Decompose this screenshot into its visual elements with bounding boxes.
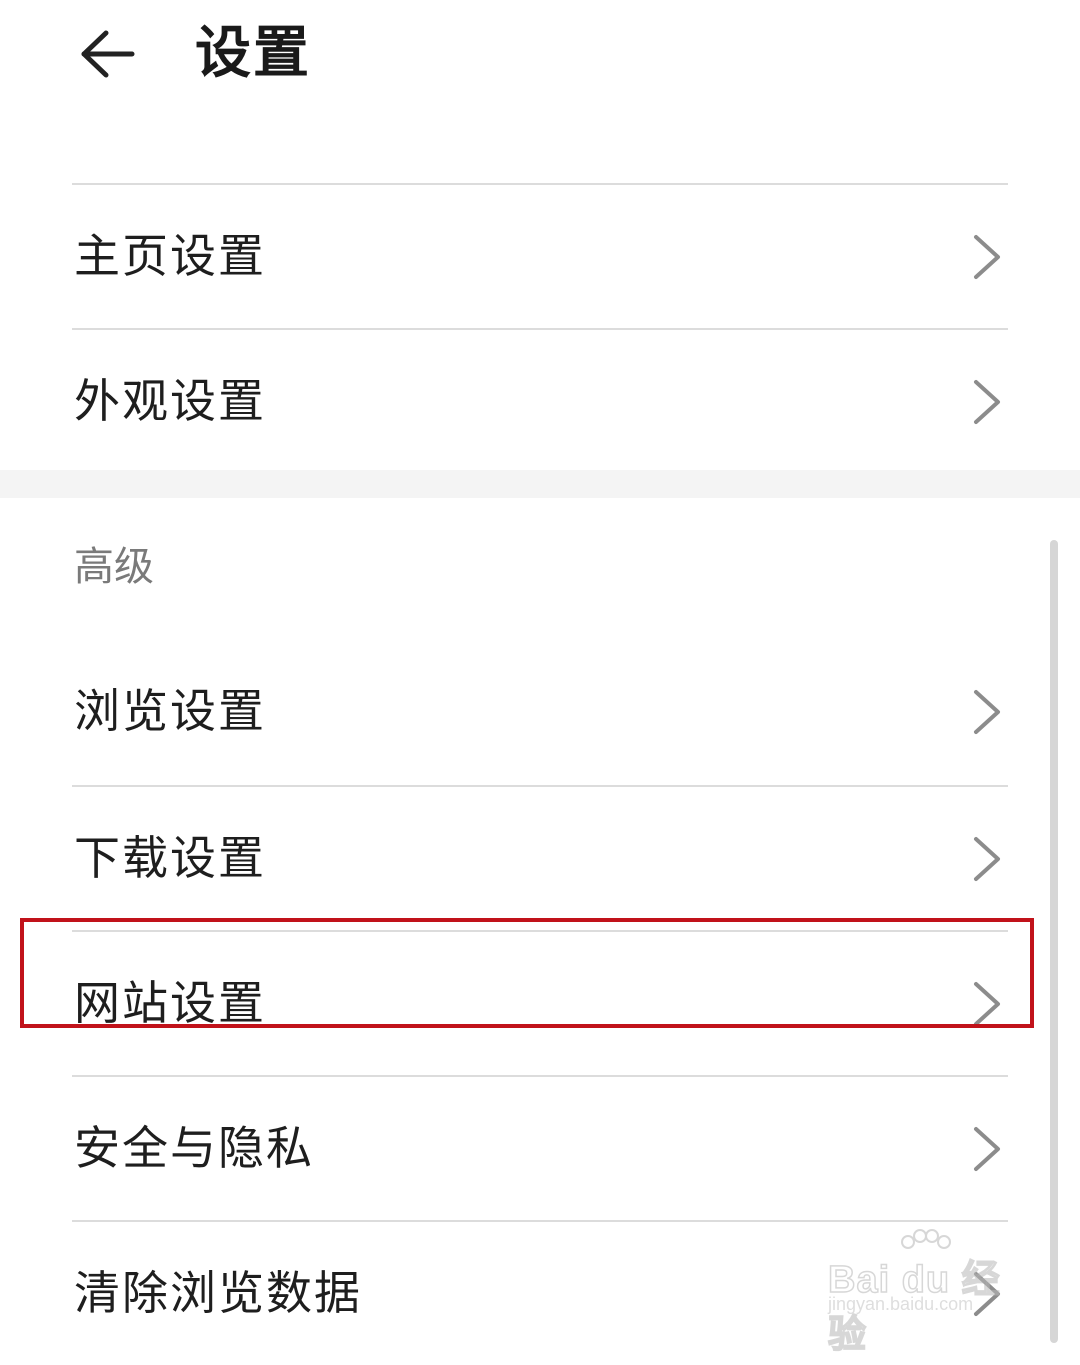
chevron-right-icon [974,837,1000,881]
settings-row-label: 浏览设置 [74,684,266,738]
settings-row-browsing[interactable]: 浏览设置 [72,640,1008,785]
settings-row-label: 主页设置 [74,229,266,283]
settings-group-advanced: 高级 浏览设置 下载设置 网站设置 安全与隐私 清除浏览数据 [0,498,1080,1365]
settings-row-label: 清除浏览数据 [74,1266,362,1320]
chevron-right-icon [974,690,1000,734]
settings-row-appearance[interactable]: 外观设置 [72,328,1008,473]
scrollbar[interactable] [1050,540,1058,1343]
section-header-advanced: 高级 [0,498,1080,640]
section-title: 高级 [74,544,154,590]
chevron-right-icon [974,982,1000,1026]
settings-row-download[interactable]: 下载设置 [72,785,1008,930]
chevron-right-icon [974,1127,1000,1171]
section-divider-band [0,470,1080,498]
back-button[interactable] [72,22,142,86]
back-arrow-icon [81,30,135,78]
chevron-right-icon [974,380,1000,424]
settings-row-site-settings[interactable]: 网站设置 [72,930,1008,1075]
chevron-right-icon [974,235,1000,279]
settings-group-basic: 主页设置 外观设置 [0,183,1080,473]
settings-row-security-privacy[interactable]: 安全与隐私 [72,1075,1008,1220]
settings-row-homepage[interactable]: 主页设置 [72,183,1008,328]
settings-row-label: 下载设置 [74,831,266,885]
settings-row-label: 外观设置 [74,374,266,428]
settings-row-clear-browsing-data[interactable]: 清除浏览数据 [72,1220,1008,1365]
page-title: 设置 [195,21,311,86]
settings-row-label: 网站设置 [74,976,266,1030]
app-bar: 设置 [0,0,1080,110]
chevron-right-icon [974,1272,1000,1316]
settings-row-label: 安全与隐私 [74,1121,314,1175]
